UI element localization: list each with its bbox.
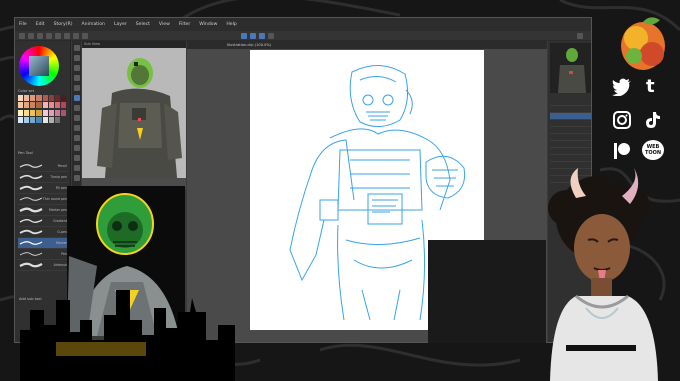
zoom-tool-icon[interactable] <box>73 45 80 51</box>
color-set-label: Color set <box>18 89 35 93</box>
snap-icon[interactable] <box>82 32 88 39</box>
brush-item[interactable]: Gradient <box>18 216 68 227</box>
twitter-icon[interactable] <box>612 78 632 96</box>
open-icon[interactable] <box>28 32 34 39</box>
webtoon-icon[interactable]: WEB TOON <box>642 140 664 160</box>
brush-item[interactable]: Thin round pen <box>18 194 68 205</box>
undo-icon[interactable] <box>46 32 52 39</box>
pencil-tool-icon[interactable] <box>73 105 80 111</box>
tumblr-icon[interactable]: t <box>646 76 655 97</box>
airbrush-tool-icon[interactable] <box>73 125 80 131</box>
menu-select[interactable]: Select <box>136 22 150 27</box>
layer-row[interactable] <box>550 127 591 134</box>
eyedropper-tool-icon[interactable] <box>73 85 80 91</box>
city-skyline <box>20 290 235 381</box>
menu-help[interactable]: Help <box>226 22 236 27</box>
eraser-tool-icon[interactable] <box>73 135 80 141</box>
clear-icon[interactable] <box>64 32 70 39</box>
operation-tool-icon[interactable] <box>73 65 80 71</box>
move-tool-icon[interactable] <box>73 55 80 61</box>
canvas-tab[interactable]: Illustration.clip (100.0%) <box>187 41 547 49</box>
menu-story[interactable]: Story(R) <box>54 22 73 27</box>
brush-item[interactable]: Pen <box>18 249 68 260</box>
social-icons: t WEB TOON <box>612 76 664 168</box>
layer-row[interactable] <box>550 155 591 162</box>
streamer-avatar <box>548 168 658 381</box>
snap-ruler-icon[interactable] <box>241 32 247 39</box>
layer-row[interactable] <box>550 141 591 148</box>
settings-icon[interactable] <box>577 32 583 39</box>
menu-filter[interactable]: Filter <box>179 22 190 27</box>
layer-row[interactable] <box>550 134 591 141</box>
patreon-icon[interactable] <box>614 142 630 160</box>
pen-tool-icon[interactable] <box>73 95 80 101</box>
layer-row-selected[interactable] <box>550 113 591 120</box>
menu-bar: File Edit Story(R) Animation Layer Selec… <box>15 18 591 31</box>
sub-view-panel: Sub View <box>82 41 186 189</box>
menu-edit[interactable]: Edit <box>36 22 45 27</box>
select-tool-icon[interactable] <box>73 75 80 81</box>
logo-fruit <box>621 17 665 70</box>
menu-animation[interactable]: Animation <box>82 22 105 27</box>
fill-tool-icon[interactable] <box>73 145 80 151</box>
command-bar <box>15 31 591 41</box>
brush-item[interactable]: Pencil <box>18 161 68 172</box>
reference-image <box>82 48 186 189</box>
brush-item[interactable]: Turnip pen <box>18 172 68 183</box>
brush-item[interactable]: Marker pen <box>18 205 68 216</box>
layer-row[interactable] <box>550 106 591 113</box>
gradient-tool-icon[interactable] <box>73 155 80 161</box>
menu-file[interactable]: File <box>19 22 27 27</box>
text-tool-icon[interactable] <box>73 165 80 171</box>
navigator-thumbnail <box>550 43 591 93</box>
brush-item[interactable]: G-pen <box>18 227 68 238</box>
sub-view-title: Sub View <box>82 41 186 48</box>
brush-item-selected[interactable]: Marker <box>18 238 68 249</box>
layer-row[interactable] <box>550 120 591 127</box>
menu-layer[interactable]: Layer <box>114 22 127 27</box>
brush-panel-label: Pen Tool <box>18 151 33 155</box>
layer-row[interactable] <box>550 148 591 155</box>
save-icon[interactable] <box>37 32 43 39</box>
redo-icon[interactable] <box>55 32 61 39</box>
menu-view[interactable]: View <box>159 22 170 27</box>
brush-item[interactable]: Airbrush <box>18 260 68 271</box>
ruler-tool-icon[interactable] <box>73 175 80 181</box>
frame-icon[interactable] <box>268 32 274 39</box>
overlay-box <box>428 240 546 343</box>
transform-icon[interactable] <box>73 32 79 39</box>
brush-tool-icon[interactable] <box>73 115 80 121</box>
instagram-icon[interactable] <box>613 111 631 129</box>
snap-special-ruler-icon[interactable] <box>250 32 256 39</box>
brush-item[interactable]: Fill pen <box>18 183 68 194</box>
layer-row[interactable] <box>550 99 591 106</box>
tiktok-icon[interactable] <box>645 111 661 129</box>
snap-grid-icon[interactable] <box>259 32 265 39</box>
menu-window[interactable]: Window <box>199 22 217 27</box>
color-saturation-square[interactable] <box>29 56 49 76</box>
new-icon[interactable] <box>19 32 25 39</box>
color-set-swatches[interactable] <box>18 95 66 123</box>
